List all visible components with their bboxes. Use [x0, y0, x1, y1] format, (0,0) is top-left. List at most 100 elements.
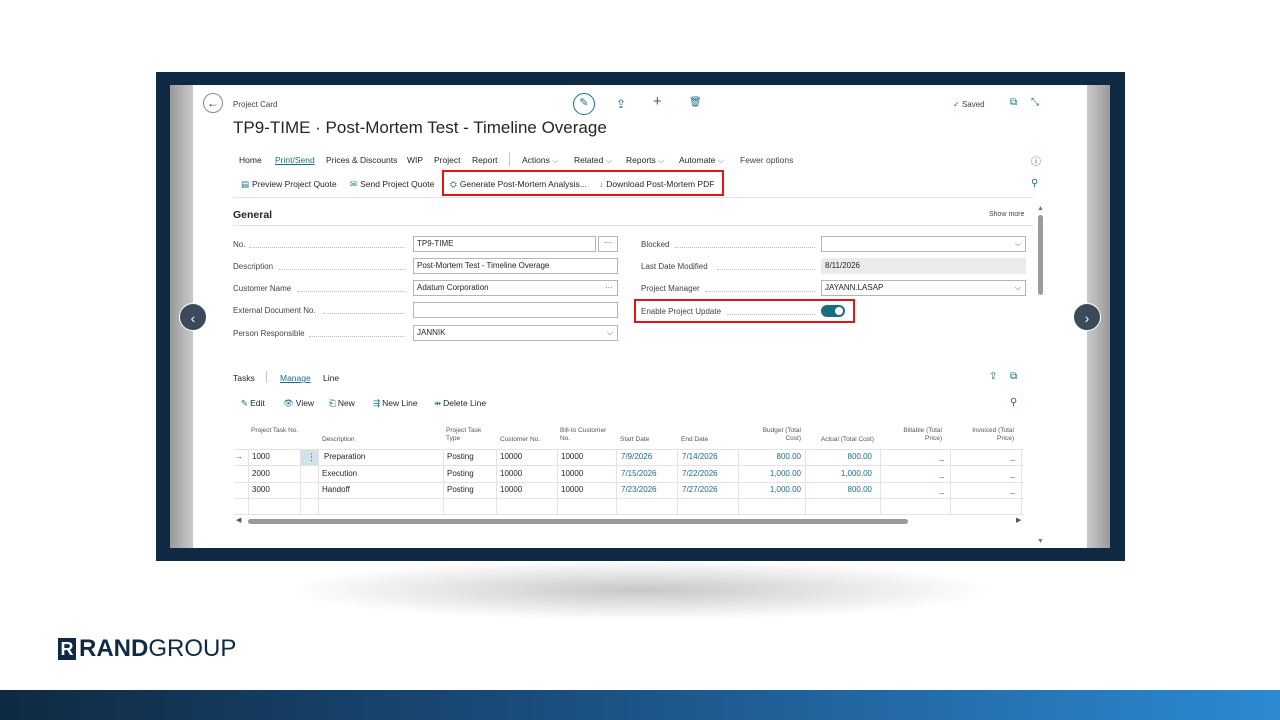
edit-button[interactable]: ✎ Edit	[241, 398, 265, 409]
cell-budget[interactable]: 800.00	[743, 449, 801, 465]
cell-billable[interactable]: _	[885, 466, 944, 482]
cell-customer-no[interactable]: 10000	[500, 466, 522, 482]
cell-actual[interactable]: 800.00	[810, 449, 872, 465]
cell-invoiced[interactable]: _	[955, 466, 1015, 482]
scroll-down-icon[interactable]: ▼	[1037, 538, 1044, 545]
project-manager-select[interactable]: JAYANN.LASAP ⌵	[821, 280, 1026, 296]
cell-task-type[interactable]: Posting	[447, 449, 474, 465]
delete-line-button[interactable]: ⇻ Delete Line	[434, 398, 486, 409]
back-icon[interactable]: ←	[203, 93, 223, 113]
column-header-description[interactable]: Description	[322, 436, 382, 444]
column-header-budget[interactable]: Budget (Total Cost)	[749, 427, 801, 443]
person-responsible-field[interactable]: JANNIK ⌵	[413, 325, 618, 341]
cell-customer-no[interactable]: 10000	[500, 449, 522, 465]
cell-task-no[interactable]: 3000	[252, 482, 270, 498]
new-button[interactable]: ⎗ New	[329, 398, 355, 409]
menu-project[interactable]: Project	[434, 155, 460, 165]
menu-wip[interactable]: WIP	[407, 155, 423, 165]
chevron-down-icon[interactable]: ⌵	[607, 326, 613, 340]
column-header-invoiced[interactable]: Invoiced (Total Price)	[962, 427, 1014, 443]
cell-billable[interactable]: _	[885, 482, 944, 498]
cell-end-date[interactable]: 7/27/2026	[682, 482, 718, 498]
menu-related[interactable]: Related ⌵	[574, 155, 612, 166]
column-header-task-no[interactable]: Project Task No.	[251, 427, 301, 435]
column-header-task-type[interactable]: Project Task Type	[446, 427, 491, 443]
next-slide-icon[interactable]: ›	[1073, 303, 1101, 331]
cell-description[interactable]: Handoff	[322, 482, 350, 498]
cell-actual[interactable]: 800.00	[810, 482, 872, 498]
share-icon[interactable]: ⇪	[616, 97, 626, 111]
chevron-down-icon[interactable]: ⌵	[1015, 237, 1021, 251]
tab-manage[interactable]: Manage	[280, 373, 311, 383]
delete-icon[interactable]: 🗑	[689, 97, 702, 108]
column-header-customer-no[interactable]: Customer No.	[500, 436, 556, 444]
cell-end-date[interactable]: 7/14/2026	[682, 449, 718, 465]
vertical-scrollbar-thumb[interactable]	[1038, 215, 1043, 295]
no-lookup-button[interactable]: ···	[598, 236, 618, 252]
enable-project-update-toggle[interactable]	[821, 305, 845, 317]
column-header-billable[interactable]: Billable (Total Price)	[892, 427, 942, 443]
cell-budget[interactable]: 1,000.00	[743, 482, 801, 498]
menu-report[interactable]: Report	[472, 155, 498, 165]
cell-invoiced[interactable]: _	[955, 482, 1015, 498]
customer-name-field[interactable]: Adatum Corporation ···	[413, 280, 618, 296]
cell-bill-to[interactable]: 10000	[561, 482, 583, 498]
horizontal-scrollbar-thumb[interactable]	[248, 519, 908, 524]
previous-slide-icon[interactable]: ‹	[179, 303, 207, 331]
scroll-up-icon[interactable]: ▲	[1037, 205, 1044, 212]
generate-post-mortem-button[interactable]: ⛭ Generate Post-Mortem Analysis...	[450, 179, 587, 190]
cell-task-no[interactable]: 1000	[252, 449, 270, 465]
expand-icon[interactable]: ⧉	[1010, 371, 1017, 382]
menu-actions[interactable]: Actions ⌵	[522, 155, 559, 166]
column-header-bill-to[interactable]: Bill-to Customer No.	[560, 427, 612, 443]
preview-project-quote-button[interactable]: ▤ Preview Project Quote	[241, 179, 337, 190]
edit-icon[interactable]: ✎	[573, 93, 595, 115]
cell-budget[interactable]: 1,000.00	[743, 466, 801, 482]
cell-bill-to[interactable]: 10000	[561, 449, 583, 465]
open-new-window-icon[interactable]: ⧉	[1010, 97, 1017, 108]
cell-billable[interactable]: _	[885, 449, 944, 465]
column-header-end-date[interactable]: End Date	[681, 436, 733, 444]
external-document-field[interactable]	[413, 302, 618, 318]
general-section-title[interactable]: General	[233, 209, 272, 221]
no-field[interactable]: TP9-TIME	[413, 236, 596, 252]
row-menu-button[interactable]: ⋮	[301, 450, 318, 465]
blocked-select[interactable]: ⌵	[821, 236, 1026, 252]
menu-fewer-options[interactable]: Fewer options	[740, 155, 793, 165]
menu-print-send[interactable]: Print/Send	[275, 155, 315, 165]
new-line-button[interactable]: ⇶ New Line	[373, 398, 418, 409]
menu-prices-discounts[interactable]: Prices & Discounts	[326, 155, 397, 165]
cell-description[interactable]: Execution	[322, 466, 357, 482]
cell-bill-to[interactable]: 10000	[561, 466, 583, 482]
view-button[interactable]: 👁 View	[283, 398, 314, 409]
cell-customer-no[interactable]: 10000	[500, 482, 522, 498]
column-header-actual[interactable]: Actual (Total Cost)	[810, 436, 874, 444]
cell-task-no[interactable]: 2000	[252, 466, 270, 482]
cell-end-date[interactable]: 7/22/2026	[682, 466, 718, 482]
menu-reports[interactable]: Reports ⌵	[626, 155, 665, 166]
menu-automate[interactable]: Automate ⌵	[679, 155, 724, 166]
cell-start-date[interactable]: 7/23/2026	[621, 482, 657, 498]
pin-icon[interactable]: ⚲	[1010, 397, 1017, 408]
scroll-right-icon[interactable]: ▶	[1016, 516, 1021, 524]
cell-task-type[interactable]: Posting	[447, 482, 474, 498]
info-icon[interactable]: ⓘ	[1031, 153, 1041, 168]
cell-description[interactable]: Preparation	[324, 449, 365, 465]
add-icon[interactable]: +	[653, 93, 662, 110]
cell-invoiced[interactable]: _	[955, 449, 1015, 465]
pin-icon[interactable]: ⚲	[1031, 178, 1038, 189]
cell-task-type[interactable]: Posting	[447, 466, 474, 482]
collapse-icon[interactable]: ⤡	[1031, 97, 1039, 108]
scroll-left-icon[interactable]: ◀	[236, 516, 241, 524]
ellipsis-icon[interactable]: ···	[605, 281, 613, 295]
description-field[interactable]: Post-Mortem Test - Timeline Overage	[413, 258, 618, 274]
download-post-mortem-button[interactable]: ↓ Download Post-Mortem PDF	[599, 179, 714, 189]
menu-home[interactable]: Home	[239, 155, 262, 165]
cell-start-date[interactable]: 7/15/2026	[621, 466, 657, 482]
column-header-start-date[interactable]: Start Date	[620, 436, 672, 444]
share-icon[interactable]: ⇪	[989, 371, 997, 382]
tab-line[interactable]: Line	[323, 373, 339, 383]
chevron-down-icon[interactable]: ⌵	[1015, 281, 1021, 295]
cell-start-date[interactable]: 7/9/2026	[621, 449, 652, 465]
cell-actual[interactable]: 1,000.00	[810, 466, 872, 482]
